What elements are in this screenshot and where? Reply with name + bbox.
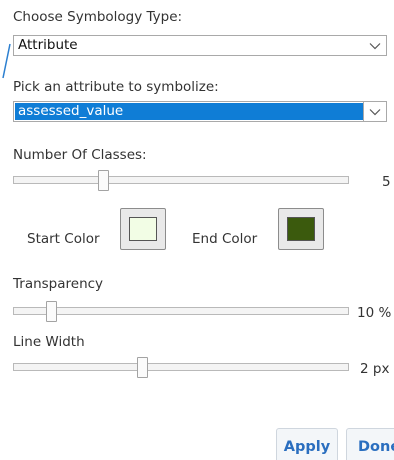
attribute-select[interactable]: assessed_value — [13, 101, 387, 122]
attribute-dropdown-button[interactable] — [363, 102, 386, 121]
attribute-label: Pick an attribute to symbolize: — [13, 79, 219, 95]
symbology-type-select[interactable]: Attribute — [13, 35, 387, 56]
end-color-button[interactable] — [278, 208, 324, 250]
transparency-label: Transparency — [13, 276, 104, 292]
start-color-label: Start Color — [27, 231, 100, 247]
symbology-type-value: Attribute — [18, 37, 78, 53]
classes-slider[interactable] — [13, 170, 349, 192]
start-color-button[interactable] — [120, 208, 166, 250]
transparency-slider[interactable] — [13, 301, 349, 323]
end-color-label: End Color — [192, 231, 258, 247]
line-width-slider-handle[interactable] — [137, 357, 148, 378]
start-color-swatch — [129, 217, 157, 241]
done-button[interactable]: Done — [346, 428, 394, 460]
line-width-label: Line Width — [13, 334, 85, 350]
apply-button[interactable]: Apply — [276, 428, 338, 460]
transparency-value: 10 % — [357, 305, 392, 321]
line-width-slider[interactable] — [13, 357, 349, 379]
transparency-slider-track — [13, 307, 349, 315]
transparency-slider-handle[interactable] — [46, 301, 57, 322]
attribute-value: assessed_value — [18, 103, 124, 119]
classes-value: 5 — [382, 174, 391, 190]
symbology-panel: Choose Symbology Type: Attribute Pick an… — [0, 0, 394, 460]
line-width-slider-track — [13, 363, 349, 371]
chevron-down-icon — [369, 43, 381, 50]
chevron-down-icon — [369, 109, 381, 116]
classes-label: Number Of Classes: — [13, 147, 147, 163]
end-color-swatch — [287, 217, 315, 241]
symbology-type-label: Choose Symbology Type: — [13, 9, 183, 25]
classes-slider-handle[interactable] — [98, 170, 109, 191]
classes-slider-track — [13, 176, 349, 184]
line-width-value: 2 px — [360, 361, 390, 377]
edge-stroke-decoration — [2, 43, 11, 79]
